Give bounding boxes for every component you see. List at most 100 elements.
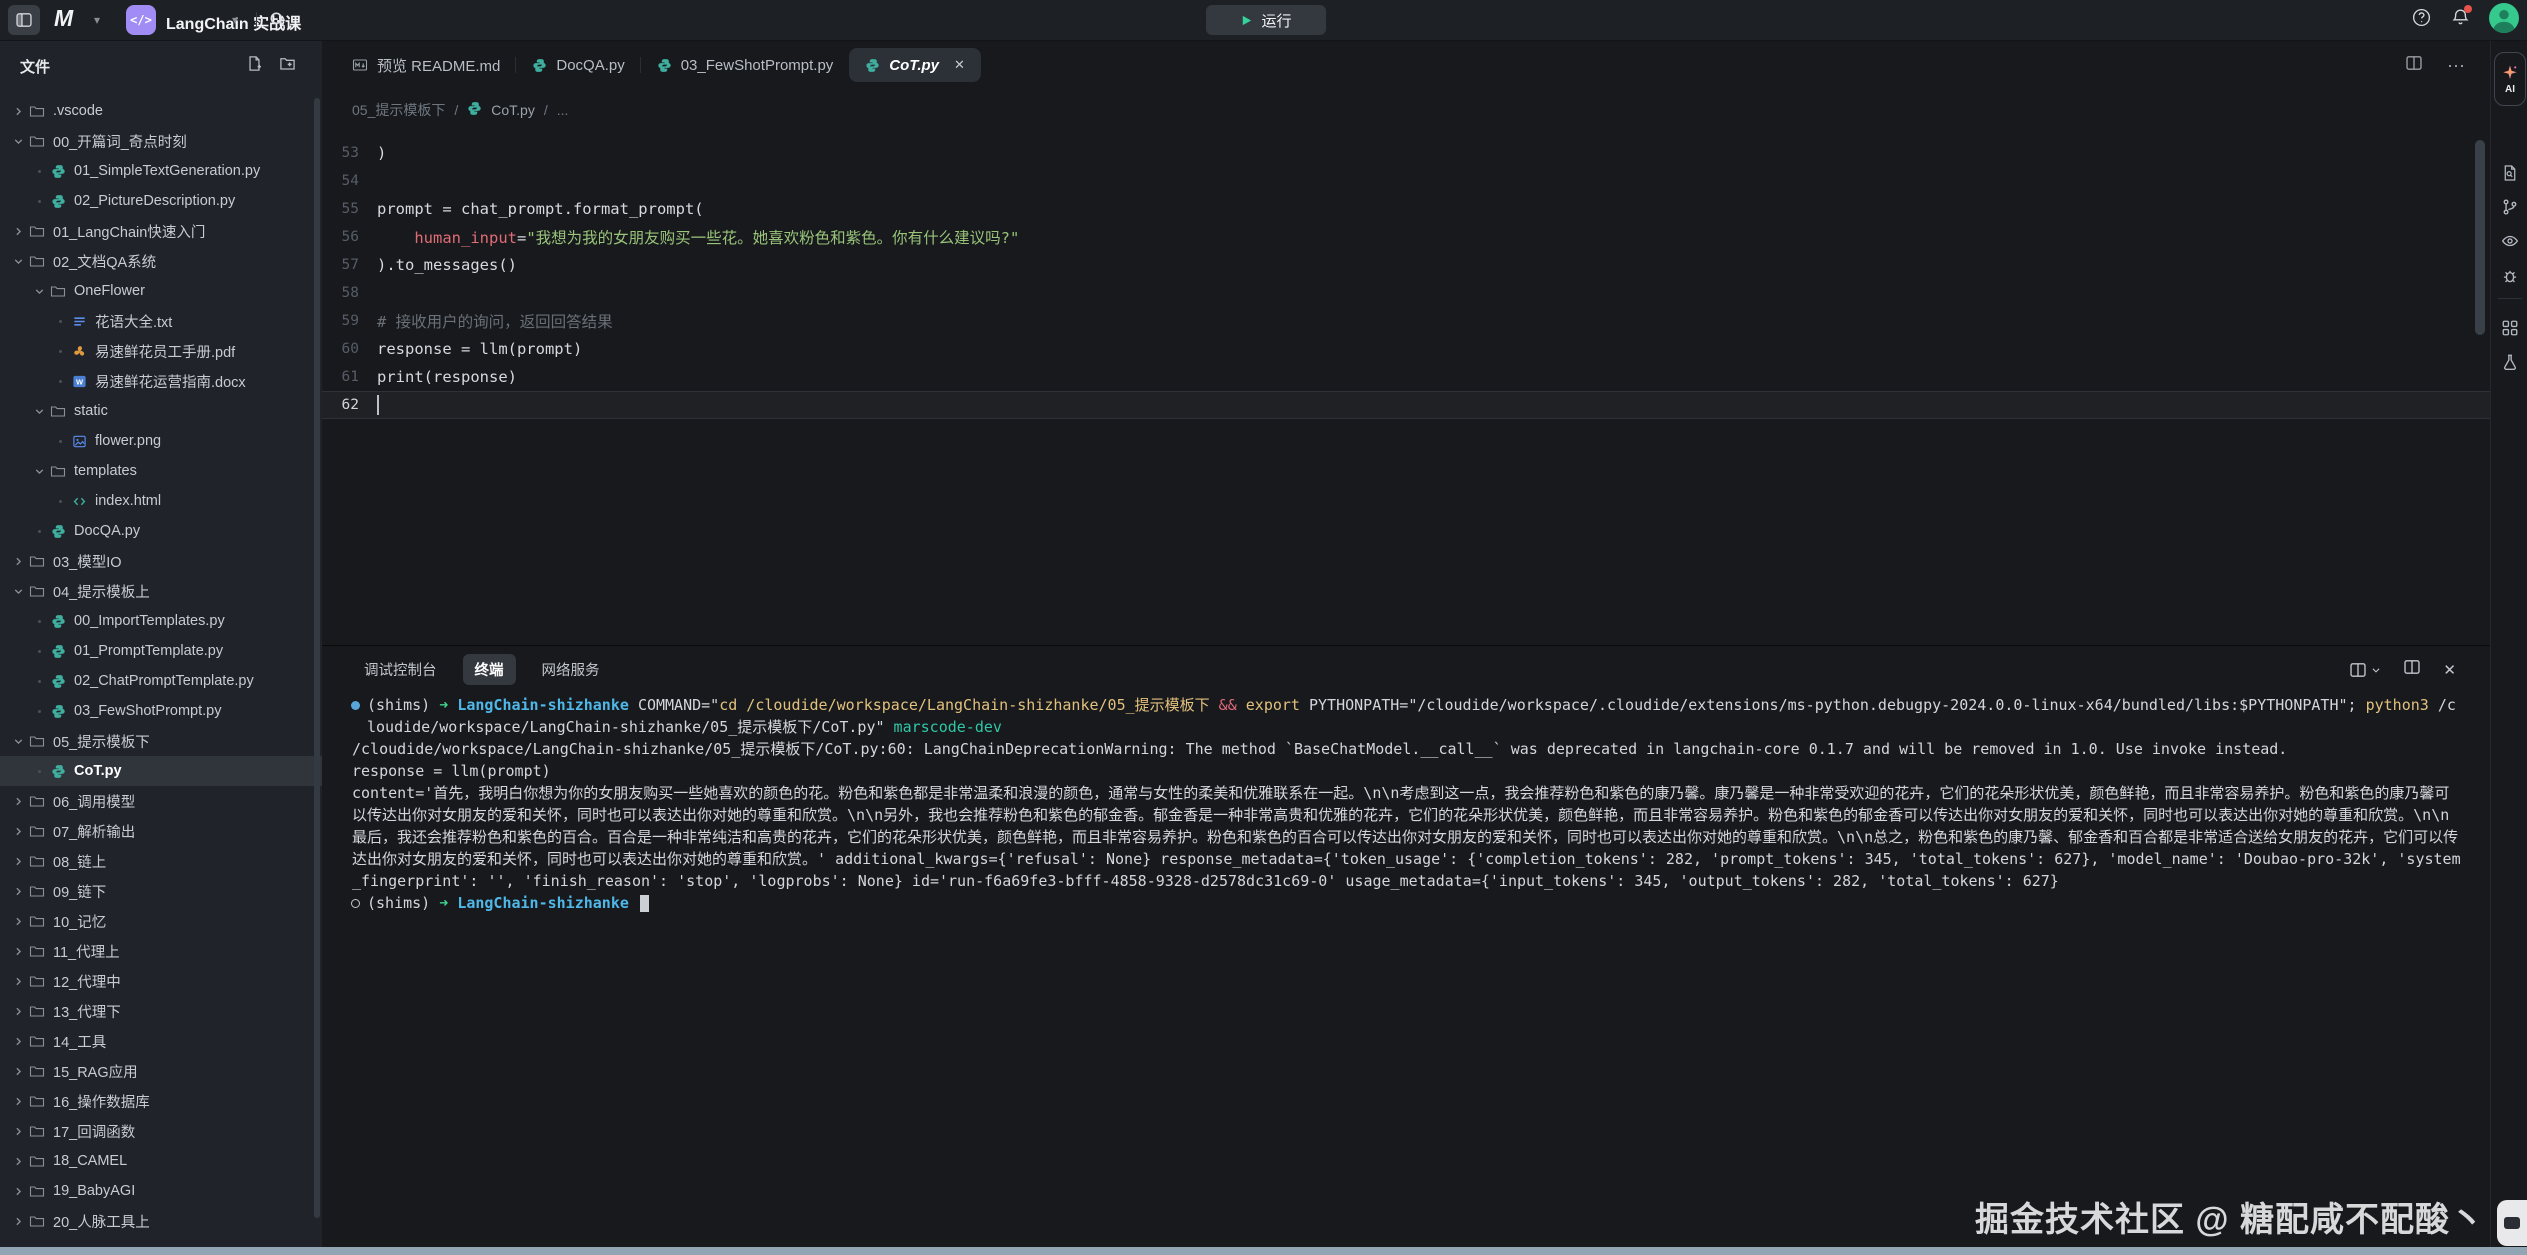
tab-label: 预览 README.md [377, 55, 500, 76]
tree-item[interactable]: 花语大全.txt [0, 306, 322, 336]
panel-layout-icon [15, 11, 33, 29]
tree-item[interactable]: templates [0, 456, 322, 486]
code-line[interactable]: 55prompt = chat_prompt.format_prompt( [322, 195, 2490, 223]
code-editor[interactable]: 53)5455prompt = chat_prompt.format_promp… [322, 128, 2490, 645]
chevron-down-icon [31, 403, 47, 419]
tree-item[interactable]: 14_工具 [0, 1026, 322, 1056]
code-line[interactable]: 56 human_input="我想为我的女朋友购买一些花。她喜欢粉色和紫色。你… [322, 223, 2490, 251]
breadcrumb-more[interactable]: ... [557, 102, 569, 118]
editor-tab[interactable]: 预览 README.md [336, 48, 516, 82]
tree-item[interactable]: 03_FewShotPrompt.py [0, 696, 322, 726]
sidebar-toggle-button[interactable] [8, 5, 40, 35]
tree-item[interactable]: 19_BabyAGI [0, 1176, 322, 1206]
code-line[interactable]: 61print(response) [322, 363, 2490, 391]
tree-item[interactable]: OneFlower [0, 276, 322, 306]
tree-item[interactable]: 00_ImportTemplates.py [0, 606, 322, 636]
panel-tab[interactable]: 终端 [463, 654, 516, 685]
new-file-button[interactable] [246, 55, 263, 77]
tree-item[interactable]: CoT.py [0, 756, 322, 786]
code-line[interactable]: 59# 接收用户的询问，返回回答结果 [322, 307, 2490, 335]
logo-chevron-down-icon[interactable]: ▾ [94, 14, 100, 26]
tree-item[interactable]: 02_ChatPromptTemplate.py [0, 666, 322, 696]
tree-item[interactable]: 13_代理下 [0, 996, 322, 1026]
editor-scrollbar[interactable] [2475, 140, 2485, 335]
more-actions-button[interactable]: ⋯ [2447, 57, 2466, 75]
split-terminal-button[interactable] [2349, 661, 2381, 679]
extensions-button[interactable] [2500, 318, 2520, 338]
code-line[interactable]: 54 [322, 167, 2490, 195]
close-icon[interactable]: ✕ [954, 57, 965, 73]
tree-item[interactable]: DocQA.py [0, 516, 322, 546]
code-line[interactable]: 58 [322, 279, 2490, 307]
tree-item[interactable]: 02_PictureDescription.py [0, 186, 322, 216]
tree-item[interactable]: flower.png [0, 426, 322, 456]
close-panel-button[interactable]: ✕ [2443, 661, 2456, 679]
run-button[interactable]: 运行 [1206, 5, 1326, 35]
preview-button[interactable] [2500, 231, 2520, 251]
tree-item-label: 03_模型IO [53, 551, 122, 572]
code-line[interactable]: 53) [322, 139, 2490, 167]
editor-tab[interactable]: DocQA.py [516, 48, 640, 82]
breadcrumb[interactable]: 05_提示模板下 / CoT.py / ... [352, 96, 568, 124]
panel-tab[interactable]: 调试控制台 [352, 654, 449, 685]
tree-item[interactable]: 15_RAG应用 [0, 1056, 322, 1086]
tree-item[interactable]: 11_代理上 [0, 936, 322, 966]
tree-item[interactable]: 10_记忆 [0, 906, 322, 936]
tree-item-label: .vscode [53, 103, 103, 119]
tree-item-label: DocQA.py [74, 523, 140, 539]
tree-item[interactable]: 01_LangChain快速入门 [0, 216, 322, 246]
terminal-line: response = llm(prompt) [352, 760, 2462, 782]
sidebar-scrollbar[interactable] [314, 98, 320, 1218]
tree-item[interactable]: static [0, 396, 322, 426]
tree-item[interactable]: 易速鲜花员工手册.pdf [0, 336, 322, 366]
editor-tab[interactable]: CoT.py✕ [849, 48, 981, 82]
tree-item[interactable]: 09_链下 [0, 876, 322, 906]
project-chevron-down-icon[interactable]: ▾ [232, 14, 238, 26]
source-control-button[interactable] [2500, 197, 2520, 217]
search-button[interactable] [268, 10, 287, 34]
tree-item[interactable]: 07_解析输出 [0, 816, 322, 846]
maximize-panel-button[interactable] [2403, 658, 2421, 681]
tree-item[interactable]: 01_PromptTemplate.py [0, 636, 322, 666]
explorer-header: 文件 [0, 40, 322, 96]
tree-item[interactable]: 17_回调函数 [0, 1116, 322, 1146]
tree-item[interactable]: index.html [0, 486, 322, 516]
test-button[interactable] [2500, 352, 2520, 372]
tree-item[interactable]: 05_提示模板下 [0, 726, 322, 756]
chevron-right-icon [10, 973, 26, 989]
tree-item[interactable]: 08_链上 [0, 846, 322, 876]
tree-item[interactable]: W易速鲜花运营指南.docx [0, 366, 322, 396]
tree-item[interactable]: 20_人脉工具上 [0, 1206, 322, 1236]
panel-tab[interactable]: 网络服务 [530, 654, 612, 685]
breadcrumb-folder[interactable]: 05_提示模板下 [352, 100, 445, 120]
code-line[interactable]: 62 [322, 391, 2490, 419]
tree-item[interactable]: 06_调用模型 [0, 786, 322, 816]
prompt-indicator-filled [351, 701, 360, 710]
marscode-logo: M [54, 5, 72, 32]
folder-icon [28, 793, 46, 809]
notifications-button[interactable] [2450, 7, 2471, 33]
tree-item[interactable]: .vscode [0, 96, 322, 126]
debug-button[interactable] [2500, 266, 2520, 286]
tree-item[interactable]: 16_操作数据库 [0, 1086, 322, 1116]
terminal-output[interactable]: (shims) ➜ LangChain-shizhanke COMMAND="c… [352, 694, 2462, 914]
tree-item[interactable]: 01_SimpleTextGeneration.py [0, 156, 322, 186]
editor-tab[interactable]: 03_FewShotPrompt.py [641, 48, 850, 82]
code-line[interactable]: 60response = llm(prompt) [322, 335, 2490, 363]
chevron-down-icon [10, 253, 26, 269]
split-editor-button[interactable] [2405, 54, 2423, 77]
tree-item[interactable]: 03_模型IO [0, 546, 322, 576]
tree-item[interactable]: 18_CAMEL [0, 1146, 322, 1176]
breadcrumb-file[interactable]: CoT.py [491, 102, 535, 118]
new-folder-button[interactable] [279, 55, 296, 77]
tree-item[interactable]: 00_开篇词_奇点时刻 [0, 126, 322, 156]
user-avatar[interactable] [2489, 3, 2519, 38]
feedback-widget-button[interactable] [2497, 1200, 2527, 1246]
tree-item[interactable]: 02_文档QA系统 [0, 246, 322, 276]
help-button[interactable] [2411, 7, 2432, 33]
tree-item[interactable]: 04_提示模板上 [0, 576, 322, 606]
file-search-button[interactable] [2500, 163, 2520, 183]
ai-assistant-button[interactable]: AI [2494, 52, 2526, 106]
tree-item[interactable]: 12_代理中 [0, 966, 322, 996]
code-line[interactable]: 57).to_messages() [322, 251, 2490, 279]
